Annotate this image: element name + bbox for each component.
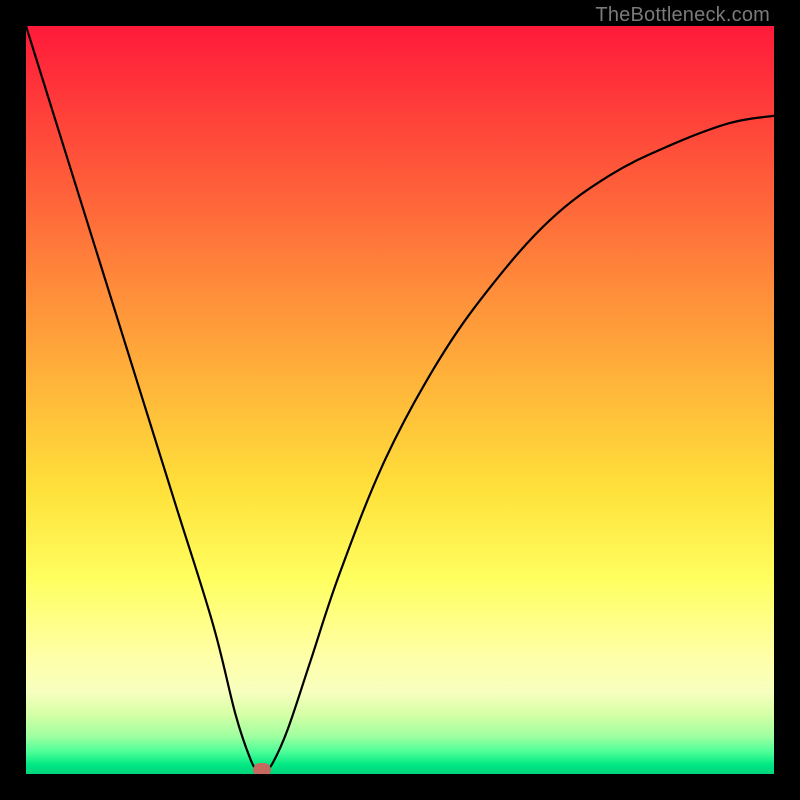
- chart-background-gradient: [26, 26, 774, 774]
- chart-frame: TheBottleneck.com: [0, 0, 800, 800]
- chart-plot-area: [26, 26, 774, 774]
- chart-marker-dot: [253, 763, 271, 774]
- watermark-text: TheBottleneck.com: [595, 4, 770, 27]
